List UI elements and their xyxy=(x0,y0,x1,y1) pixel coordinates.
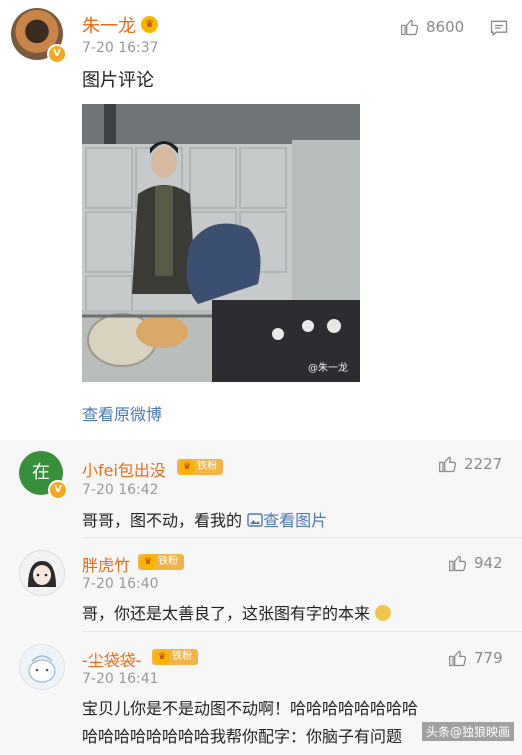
author-name[interactable]: 朱一龙 xyxy=(82,12,136,38)
verified-icon: V xyxy=(48,480,68,500)
comment-list: 在 V 小fei包出没 ♛ 铁粉 7-20 16:42 2227 哥哥，图不动，… xyxy=(0,440,522,755)
comment-like-button[interactable]: 779 xyxy=(448,648,503,668)
image-icon xyxy=(247,513,263,527)
commenter-avatar[interactable] xyxy=(19,644,65,690)
cartoon-girl-picture xyxy=(28,561,56,587)
comment-time: 7-20 16:41 xyxy=(82,671,159,687)
crown-icon: ♛ xyxy=(141,16,158,33)
post-like-button[interactable]: 8600 xyxy=(400,17,464,37)
commenter-name[interactable]: 胖虎竹 xyxy=(82,552,130,576)
verified-icon: V xyxy=(47,44,67,64)
comment-time: 7-20 16:40 xyxy=(82,576,159,592)
post-text: 图片评论 xyxy=(82,70,154,91)
divider xyxy=(82,537,522,538)
thumbs-up-icon xyxy=(401,19,419,36)
post-image[interactable]: @朱一龙 xyxy=(82,104,360,382)
thumbs-up-icon xyxy=(439,456,457,473)
crown-icon: ♛ xyxy=(179,459,195,475)
comment-like-count: 942 xyxy=(474,554,503,572)
comment-like-button[interactable]: 2227 xyxy=(438,454,502,474)
fan-badge: ♛ 铁粉 xyxy=(152,649,198,665)
post-time: 7-20 16:37 xyxy=(82,40,159,56)
image-watermark: @朱一龙 xyxy=(308,363,348,374)
comment-text: 哥，你还是太善良了，这张图有字的本来 xyxy=(82,600,392,624)
comment-like-count: 2227 xyxy=(464,455,503,473)
fan-badge: ♛ 铁粉 xyxy=(177,459,223,475)
thumbs-up-icon xyxy=(449,555,467,572)
cartoon-character-picture xyxy=(28,655,56,683)
comment-text: 哥哥，图不动，看我的 查看图片 xyxy=(82,511,328,530)
divider xyxy=(82,631,522,632)
commenter-avatar[interactable] xyxy=(19,550,65,596)
comment-like-button[interactable]: 942 xyxy=(448,553,503,573)
fan-badge: ♛ 铁粉 xyxy=(138,554,184,570)
comment-time: 7-20 16:42 xyxy=(82,482,159,498)
view-image-link[interactable]: 查看图片 xyxy=(247,511,327,530)
post-like-count: 8600 xyxy=(426,18,465,36)
emoji-icon xyxy=(375,605,392,621)
commenter-name[interactable]: -尘袋袋- xyxy=(82,647,142,671)
comment-icon[interactable] xyxy=(489,18,509,38)
comment-text-line-1: 宝贝儿你是不是动图不动啊！哈哈哈哈哈哈哈哈 xyxy=(82,699,419,718)
view-original-link[interactable]: 查看原微博 xyxy=(82,401,162,425)
comment-text-line-2: 哈哈哈哈哈哈哈哈我帮你配字：你脑子有问题 xyxy=(82,727,403,746)
thumbs-up-icon xyxy=(449,650,467,667)
comment-like-count: 779 xyxy=(474,649,503,667)
main-post: V 朱一龙 ♛ 7-20 16:37 8600 图片评论 @朱一龙 查看原微博 xyxy=(0,0,522,440)
crown-icon: ♛ xyxy=(154,649,170,665)
commenter-name[interactable]: 小fei包出没 xyxy=(82,457,166,481)
crown-icon: ♛ xyxy=(140,554,156,570)
source-watermark: 头条@独狼映画 xyxy=(421,722,514,741)
locker-room-picture xyxy=(82,104,360,382)
